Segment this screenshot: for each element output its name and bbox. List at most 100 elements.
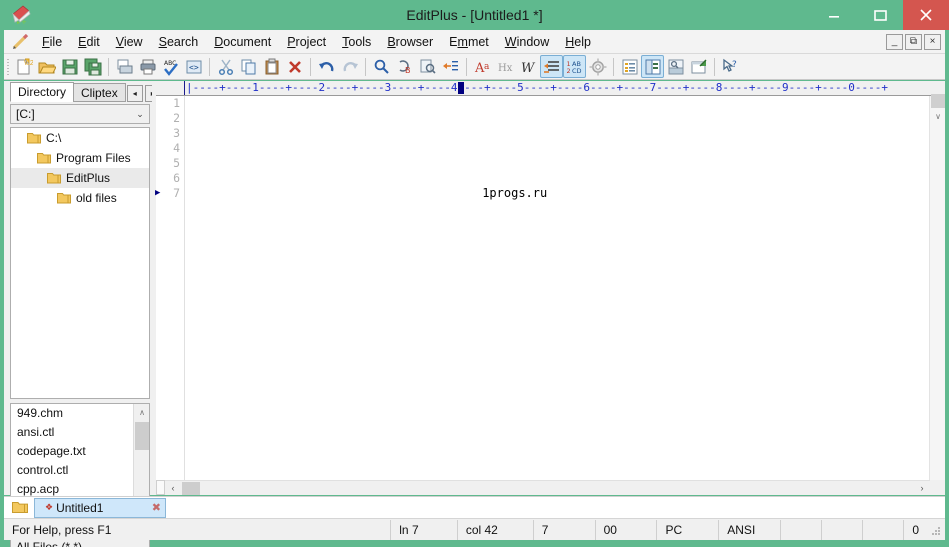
paste-icon[interactable] bbox=[260, 55, 283, 78]
drive-select-value: [C:] bbox=[16, 107, 35, 121]
menu-file[interactable]: File bbox=[34, 31, 70, 53]
svg-text:CD: CD bbox=[572, 67, 582, 75]
menu-tools[interactable]: Tools bbox=[334, 31, 379, 53]
open-file-icon[interactable] bbox=[35, 55, 58, 78]
ruler-gutter bbox=[156, 81, 185, 95]
tab-cliptext[interactable]: Cliptex bbox=[73, 83, 126, 102]
tree-node-label: Program Files bbox=[56, 151, 131, 165]
tab-scroll-left-icon[interactable]: ◂ bbox=[126, 85, 143, 102]
close-icon[interactable]: ✖ bbox=[152, 501, 161, 514]
document-selector-icon[interactable] bbox=[618, 55, 641, 78]
fullscreen-icon[interactable] bbox=[687, 55, 710, 78]
word-wrap-icon[interactable]: W bbox=[517, 55, 540, 78]
tree-node-program-files[interactable]: Program Files bbox=[11, 148, 149, 168]
tree-node-c-drive[interactable]: C:\ bbox=[11, 128, 149, 148]
menu-item-list: File Edit View Search Document Project T… bbox=[34, 30, 599, 54]
output-window-icon[interactable] bbox=[664, 55, 687, 78]
menu-edit[interactable]: Edit bbox=[70, 31, 108, 53]
menu-emmet[interactable]: Emmet bbox=[441, 31, 497, 53]
status-selection: 7 bbox=[534, 519, 596, 540]
replace-icon[interactable]: B bbox=[393, 55, 416, 78]
scroll-down-icon[interactable]: ∨ bbox=[930, 108, 946, 124]
editplus-window: + EditPlus - [Untitled1 *] File Edit Vie… bbox=[0, 0, 949, 547]
directory-window-icon[interactable] bbox=[641, 55, 664, 78]
window-close-button[interactable] bbox=[903, 0, 949, 30]
indent-icon[interactable] bbox=[540, 55, 563, 78]
delete-icon[interactable] bbox=[283, 55, 306, 78]
menu-document[interactable]: Document bbox=[206, 31, 279, 53]
undo-icon[interactable] bbox=[315, 55, 338, 78]
svg-text:W: W bbox=[521, 61, 536, 76]
menu-project[interactable]: Project bbox=[279, 31, 334, 53]
menu-help[interactable]: Help bbox=[557, 31, 599, 53]
current-line-marker-icon: ▶ bbox=[155, 188, 161, 198]
mdi-minimize-button[interactable]: _ bbox=[886, 34, 903, 50]
status-number: 0 bbox=[912, 522, 920, 537]
mdi-restore-button[interactable]: ⧉ bbox=[905, 34, 922, 50]
change-case-icon[interactable]: Aa bbox=[471, 55, 494, 78]
directory-tree[interactable]: C:\ Program Files EditPlus old files bbox=[10, 127, 150, 399]
editor-horizontal-scrollbar[interactable]: ‹ › bbox=[156, 480, 945, 495]
menu-window[interactable]: Window bbox=[497, 31, 557, 53]
directory-panel: Directory Cliptex ◂ ▸ [C:] ⌄ C:\ Program… bbox=[4, 81, 161, 547]
tab-directory[interactable]: Directory bbox=[10, 82, 75, 102]
context-help-icon[interactable]: ? bbox=[719, 55, 742, 78]
resize-grip[interactable] bbox=[929, 523, 943, 537]
save-all-icon[interactable] bbox=[81, 55, 104, 78]
new-file-icon[interactable]: \u2728 bbox=[12, 55, 35, 78]
list-item[interactable]: ansi.ctl bbox=[11, 423, 135, 442]
svg-text:B: B bbox=[405, 66, 411, 75]
list-item[interactable]: control.ctl bbox=[11, 461, 135, 480]
window-minimize-button[interactable] bbox=[811, 0, 857, 30]
find-icon[interactable] bbox=[370, 55, 393, 78]
editor-vertical-scrollbar[interactable]: ∨ bbox=[929, 94, 946, 480]
document-tab-untitled1[interactable]: ❖ Untitled1 ✖ bbox=[34, 497, 166, 518]
view-source-icon[interactable]: <> bbox=[182, 55, 205, 78]
document-pencil-icon bbox=[12, 33, 30, 50]
file-filter-value: All Files (*.*) bbox=[16, 540, 83, 547]
find-in-files-icon[interactable] bbox=[416, 55, 439, 78]
toolbar-separator bbox=[613, 57, 614, 76]
preferences-icon[interactable] bbox=[586, 55, 609, 78]
menu-view[interactable]: View bbox=[108, 31, 151, 53]
menu-browser[interactable]: Browser bbox=[379, 31, 441, 53]
main-toolbar: \u2728 ABC <> B Aa Hx W 12ABCD bbox=[4, 54, 945, 80]
print-icon[interactable] bbox=[136, 55, 159, 78]
print-preview-icon[interactable] bbox=[113, 55, 136, 78]
redo-icon[interactable] bbox=[338, 55, 361, 78]
mdi-close-button[interactable]: × bbox=[924, 34, 941, 50]
text-editor[interactable]: 1progs.ru bbox=[186, 96, 929, 480]
line-numbers-icon[interactable]: 1 2 AB CD bbox=[563, 55, 586, 78]
cut-icon[interactable] bbox=[214, 55, 237, 78]
list-item[interactable]: codepage.txt bbox=[11, 442, 135, 461]
status-help-text: For Help, press F1 bbox=[4, 519, 392, 540]
list-item[interactable]: 949.chm bbox=[11, 404, 135, 423]
tree-node-old-files[interactable]: old files bbox=[11, 188, 149, 208]
line-number: 1 bbox=[173, 96, 180, 110]
scrollbar-thumb[interactable] bbox=[182, 482, 200, 495]
save-icon[interactable] bbox=[58, 55, 81, 78]
svg-text:a: a bbox=[484, 62, 490, 72]
editor-split-box[interactable] bbox=[156, 480, 165, 495]
copy-icon[interactable] bbox=[237, 55, 260, 78]
window-maximize-button[interactable] bbox=[857, 0, 903, 30]
toolbar-separator bbox=[108, 57, 109, 76]
status-line-ending: PC bbox=[657, 519, 720, 540]
scrollbar-thumb[interactable] bbox=[135, 422, 149, 450]
drive-select[interactable]: [C:] ⌄ bbox=[10, 104, 150, 124]
spell-check-icon[interactable]: ABC bbox=[159, 55, 182, 78]
tree-node-editplus[interactable]: EditPlus bbox=[11, 168, 149, 188]
folder-icon[interactable] bbox=[12, 501, 28, 514]
scroll-right-icon[interactable]: › bbox=[915, 481, 929, 495]
goto-line-icon[interactable] bbox=[439, 55, 462, 78]
scroll-left-icon[interactable]: ‹ bbox=[166, 481, 180, 495]
menu-search[interactable]: Search bbox=[151, 31, 207, 53]
status-line: ln 7 bbox=[391, 519, 458, 540]
line-number: 2 bbox=[173, 111, 180, 125]
scrollbar-thumb[interactable] bbox=[931, 94, 945, 108]
hex-icon[interactable]: Hx bbox=[494, 55, 517, 78]
folder-open-icon bbox=[47, 172, 61, 184]
scroll-up-icon[interactable]: ∧ bbox=[134, 404, 149, 420]
